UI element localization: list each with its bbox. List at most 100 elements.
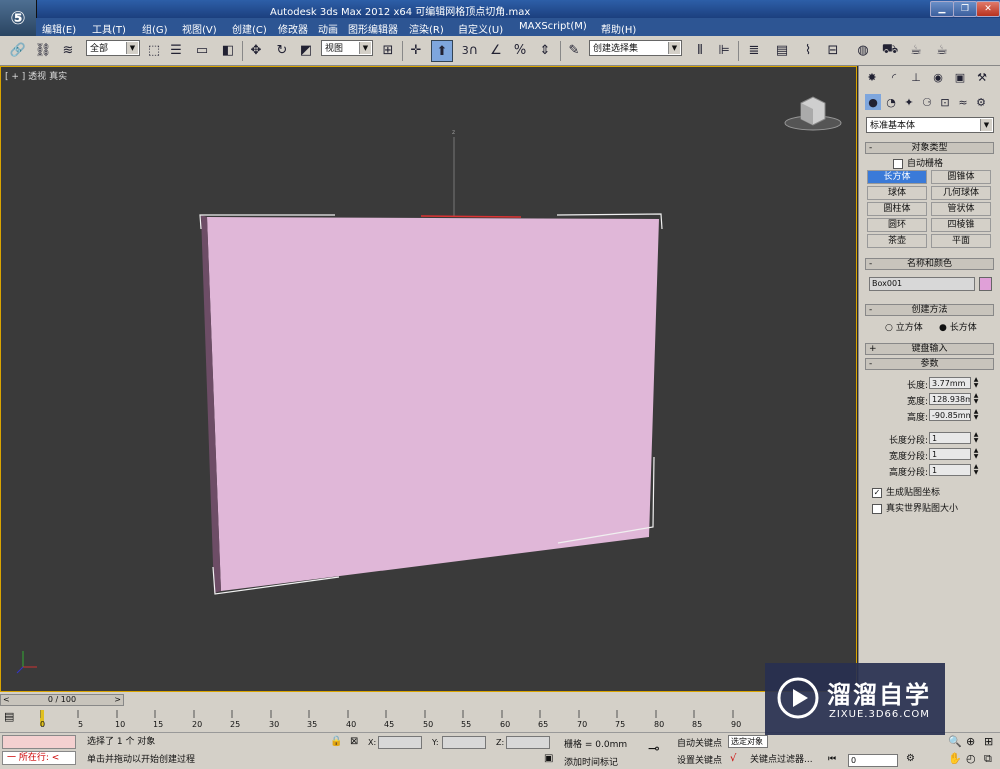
length-segs-spinner[interactable]: ▲ ▼ [972,432,980,444]
key-filters-button[interactable]: 关键点过滤器... [750,754,822,767]
height-segs-field[interactable]: 1 [929,464,971,476]
systems-icon[interactable]: ⚙ [973,94,989,110]
width-segs-spinner[interactable]: ▲ ▼ [972,448,980,460]
mini-curve-editor-icon[interactable]: ▤ [4,710,24,724]
height-spinner[interactable]: ▲ ▼ [972,409,980,421]
selection-filter-dropdown[interactable]: 全部 ▼ [86,40,140,56]
menu-help[interactable]: 帮助(H) [601,21,636,36]
zoom-all-icon[interactable]: ⊕ [966,735,975,748]
material-editor-icon[interactable]: ◍ [853,40,873,60]
restore-button[interactable]: ❐ [953,1,977,17]
creation-method-rollout-header[interactable]: - 创建方法 [865,304,994,316]
percent-snap-icon[interactable]: % [510,40,530,60]
minimize-button[interactable]: ▁ [930,1,954,17]
window-crossing-icon[interactable]: ◧ [218,40,238,60]
menu-edit[interactable]: 编辑(E) [42,21,76,36]
angle-snap-icon[interactable]: ∠ [486,40,506,60]
rendered-frame-icon[interactable]: ☕ [906,40,926,60]
add-time-tag[interactable]: 添加时间标记 [564,755,618,768]
x-coord-field[interactable] [378,736,422,749]
length-field[interactable]: 3.77mm [929,377,971,389]
set-key-button[interactable]: 设置关键点 [677,753,722,766]
width-field[interactable]: 128.938m [929,393,971,405]
width-segs-field[interactable]: 1 [929,448,971,460]
perspective-viewport[interactable]: [ + ] 透视 真实 z [0,66,857,692]
app-logo-icon[interactable]: ⑤ [0,0,37,36]
scale-icon[interactable]: ◩ [296,40,316,60]
curve-editor-icon[interactable]: ⌇ [798,40,818,60]
maxscript-listener-top[interactable] [2,735,76,749]
lock-selection-icon[interactable]: 🔒 [330,736,342,747]
menu-animation[interactable]: 动画 [318,21,338,36]
pyramid-button[interactable]: 四棱锥 [931,218,991,232]
cylinder-button[interactable]: 圆柱体 [867,202,927,216]
pivot-center-icon[interactable]: ⊞ [378,40,398,60]
menu-tools[interactable]: 工具(T) [92,21,126,36]
height-segs-spinner[interactable]: ▲ ▼ [972,464,980,476]
mirror-icon[interactable]: ⫴ [690,40,710,60]
real-world-map-checkbox[interactable]: 真实世界贴图大小 [872,501,958,514]
menu-modifiers[interactable]: 修改器 [278,21,308,36]
hierarchy-tab-icon[interactable]: ⊥ [907,69,925,85]
utilities-tab-icon[interactable]: ⚒ [973,69,991,85]
cameras-icon[interactable]: ⚆ [919,94,935,110]
maximize-viewport-icon[interactable]: ⧉ [984,752,992,766]
align-icon[interactable]: ⊫ [714,40,734,60]
length-spinner[interactable]: ▲ ▼ [972,377,980,389]
select-by-name-icon[interactable]: ☰ [166,40,186,60]
zoom-icon[interactable]: 🔍 [948,735,962,748]
geometry-icon[interactable]: ● [865,94,881,110]
move-icon[interactable]: ✥ [246,40,266,60]
time-tag-icon[interactable]: ▣ [544,753,553,764]
named-selection-dropdown[interactable]: 创建选择集 ▼ [589,40,682,56]
select-object-icon[interactable]: ⬚ [144,40,164,60]
lights-icon[interactable]: ✦ [901,94,917,110]
bind-spacewarp-icon[interactable]: ≋ [58,40,78,60]
absolute-mode-icon[interactable]: ⊠ [350,736,358,747]
menu-group[interactable]: 组(G) [142,21,168,36]
rotate-icon[interactable]: ↻ [272,40,292,60]
layer-manager-icon[interactable]: ≣ [744,40,764,60]
graphite-ribbon-icon[interactable]: ▤ [772,40,792,60]
spinner-snap-icon[interactable]: ⇕ [535,40,555,60]
menu-views[interactable]: 视图(V) [182,21,217,36]
key-icon[interactable]: ⊸ [648,741,660,757]
menu-maxscript[interactable]: MAXScript(M) [519,21,587,32]
time-config-icon[interactable]: ⚙ [906,753,915,764]
object-name-field[interactable]: Box001 [869,277,975,291]
menu-rendering[interactable]: 渲染(R) [409,21,444,36]
category-dropdown[interactable]: 标准基本体 ▼ [866,117,994,133]
menu-customize[interactable]: 自定义(U) [458,21,503,36]
shapes-icon[interactable]: ◔ [883,94,899,110]
ref-coord-dropdown[interactable]: 视图 ▼ [321,40,373,56]
pan-icon[interactable]: ✋ [948,752,962,765]
helpers-icon[interactable]: ⊡ [937,94,953,110]
snap-toggle-icon[interactable]: 3 ∩ [460,40,480,60]
teapot-button[interactable]: 茶壶 [867,234,927,248]
cube-radio[interactable]: ○ 立方体 [885,320,923,333]
autogrid-checkbox[interactable]: 自动栅格 [893,156,943,169]
parameters-rollout-header[interactable]: - 参数 [865,358,994,370]
maxscript-listener[interactable]: 一 所在行: < [2,751,76,765]
schematic-view-icon[interactable]: ⊟ [823,40,843,60]
geosphere-button[interactable]: 几何球体 [931,186,991,200]
orbit-icon[interactable]: ◴ [966,752,976,765]
keyboard-shortcut-override-icon[interactable]: ⬆ [431,40,453,62]
key-tangent-icon[interactable]: √ [730,753,736,764]
menu-create[interactable]: 创建(C) [232,21,267,36]
torus-button[interactable]: 圆环 [867,218,927,232]
select-manipulate-icon[interactable]: ✛ [406,40,426,60]
render-setup-icon[interactable]: ⛟ [880,40,900,60]
display-tab-icon[interactable]: ▣ [951,69,969,85]
current-frame-field[interactable]: 0 [848,754,898,767]
link-icon[interactable]: 🔗 [8,40,28,60]
tube-button[interactable]: 管状体 [931,202,991,216]
create-tab-icon[interactable]: ✸ [863,69,881,85]
auto-key-button[interactable]: 自动关键点 [677,736,722,749]
height-field[interactable]: -90.85mm [929,409,971,421]
plane-button[interactable]: 平面 [931,234,991,248]
goto-start-icon[interactable]: ⏮ [828,754,836,764]
menu-graph-editors[interactable]: 图形编辑器 [348,21,398,36]
timeline-track[interactable]: 0 5 10 15 20 25 30 35 40 45 50 55 60 65 … [40,710,760,730]
length-segs-field[interactable]: 1 [929,432,971,444]
